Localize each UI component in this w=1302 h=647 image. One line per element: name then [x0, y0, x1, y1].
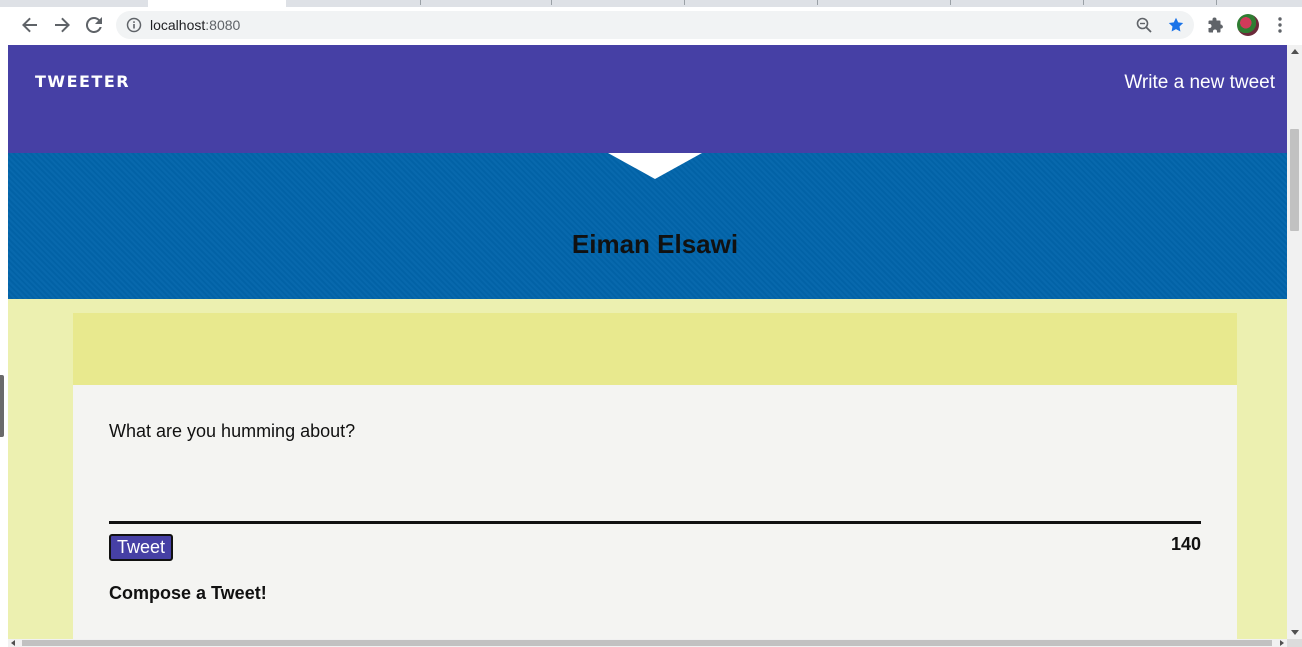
tweet-textarea[interactable]: What are you humming about?: [109, 421, 355, 442]
compose-heading: Compose a Tweet!: [109, 583, 267, 603]
reload-button[interactable]: [80, 11, 108, 39]
brand-logo[interactable]: TWEETER: [35, 72, 130, 91]
tab-strip: [0, 0, 1302, 7]
tab-separator: [1216, 0, 1217, 5]
vertical-scroll-thumb[interactable]: [1290, 129, 1299, 231]
arrow-right-icon: [55, 17, 70, 33]
horizontal-scroll-thumb[interactable]: [22, 640, 1272, 646]
arrow-left-icon: [22, 17, 37, 33]
scroll-right-arrow[interactable]: [1280, 640, 1284, 646]
profile-name: Eiman Elsawi: [571, 229, 739, 259]
extensions-button[interactable]: [1202, 11, 1230, 39]
avatar: [1237, 14, 1259, 36]
kebab-menu-icon: [1278, 17, 1282, 33]
scroll-down-arrow[interactable]: [1291, 630, 1299, 635]
tab-separator: [551, 0, 552, 5]
scrollbar-corner: [1287, 639, 1302, 647]
tab-separator: [817, 0, 818, 5]
reload-icon: [86, 17, 102, 33]
back-button[interactable]: [16, 11, 44, 39]
vertical-scrollbar[interactable]: [1287, 45, 1302, 639]
tab-separator: [950, 0, 951, 5]
scroll-left-arrow[interactable]: [11, 640, 15, 646]
browser-toolbar: localhost:8080: [0, 7, 1302, 45]
zoom-out-icon[interactable]: [1136, 17, 1152, 33]
desktop-edge: [0, 45, 8, 647]
compose-banner: [73, 313, 1237, 385]
info-icon[interactable]: [126, 17, 142, 33]
tweet-button[interactable]: Tweet: [109, 534, 174, 561]
url-port: :8080: [205, 17, 241, 33]
dock-indicator: [0, 375, 4, 437]
char-counter: 140: [1170, 534, 1201, 554]
url-text[interactable]: localhost:8080: [150, 17, 240, 33]
page-viewport: TWEETER Write a new tweet Eiman Elsawi W…: [8, 45, 1287, 639]
tab-separator: [684, 0, 685, 5]
site-nav-bar: TWEETER Write a new tweet: [8, 45, 1287, 153]
nav-arrow-decoration: [608, 153, 702, 179]
star-icon[interactable]: [1168, 17, 1184, 33]
profile-header: Eiman Elsawi: [8, 153, 1287, 299]
textarea-underline: [109, 521, 1201, 524]
horizontal-scrollbar[interactable]: [8, 639, 1287, 647]
active-tab[interactable]: [148, 0, 286, 7]
browser-menu-button[interactable]: [1266, 11, 1294, 39]
tab-separator: [420, 0, 421, 5]
scroll-up-arrow[interactable]: [1291, 49, 1299, 54]
forward-button[interactable]: [48, 11, 76, 39]
write-new-tweet-link[interactable]: Write a new tweet: [1124, 72, 1275, 94]
address-bar[interactable]: localhost:8080: [116, 11, 1194, 39]
tab-separator: [1083, 0, 1084, 5]
main-container: What are you humming about? Tweet 140 Co…: [73, 313, 1237, 639]
profile-button[interactable]: [1234, 11, 1262, 39]
url-host: localhost: [150, 17, 206, 33]
puzzle-icon: [1208, 17, 1223, 33]
